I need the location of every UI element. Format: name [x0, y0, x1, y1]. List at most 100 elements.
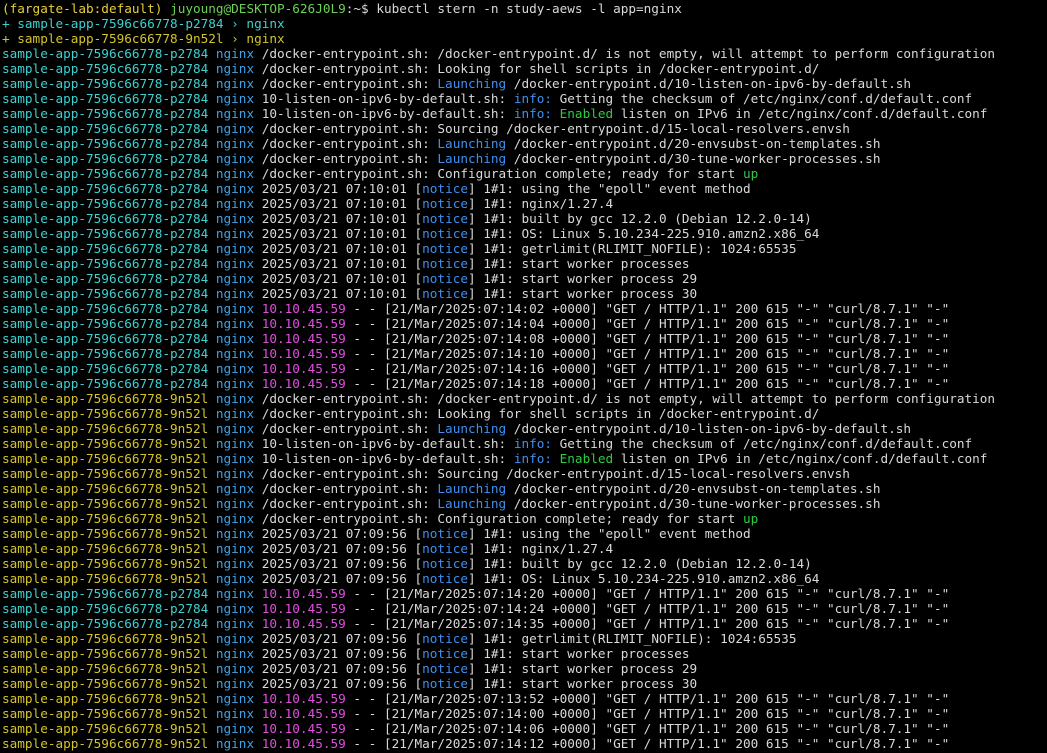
log-line: sample-app-7596c66778-p2784 nginx 10.10.… [2, 346, 1047, 361]
log-segment: sample-app-7596c66778-p2784 [2, 196, 209, 211]
log-segment: sample-app-7596c66778-p2784 [2, 271, 209, 286]
log-segment: ] 1#1: nginx/1.27.4 [468, 541, 614, 556]
log-segment: nginx [215, 196, 255, 211]
log-segment [254, 601, 262, 616]
log-segment: /docker-entrypoint.sh: [254, 136, 438, 151]
log-segment: - - [21/Mar/2025:07:14:02 +0000] "GET / … [345, 301, 950, 316]
log-segment [208, 316, 216, 331]
log-segment [208, 46, 216, 61]
log-segment: ] 1#1: using the "epoll" event method [468, 526, 751, 541]
log-segment: nginx [215, 91, 255, 106]
log-line: sample-app-7596c66778-9n52l nginx /docke… [2, 466, 1047, 481]
log-segment: nginx [215, 631, 255, 646]
log-line: + sample-app-7596c66778-p2784 › nginx [2, 16, 1047, 31]
log-line: sample-app-7596c66778-p2784 nginx /docke… [2, 121, 1047, 136]
log-segment: nginx [215, 76, 255, 91]
log-segment: sample-app-7596c66778-p2784 [2, 586, 209, 601]
log-segment [208, 346, 216, 361]
log-segment: info: [513, 436, 553, 451]
log-segment: nginx [215, 481, 255, 496]
log-segment [208, 121, 216, 136]
log-segment: sample-app-7596c66778-p2784 [2, 346, 209, 361]
log-segment: notice [422, 226, 468, 241]
log-segment [208, 541, 216, 556]
log-segment [208, 361, 216, 376]
log-segment: nginx [215, 106, 255, 121]
log-segment: Launching [437, 496, 507, 511]
command-input[interactable]: kubectl stern -n study-aews -l app=nginx [376, 1, 682, 16]
log-segment: 2025/03/21 07:10:01 [ [254, 211, 423, 226]
log-line: sample-app-7596c66778-p2784 nginx 2025/0… [2, 211, 1047, 226]
log-segment [208, 256, 216, 271]
log-segment: /docker-entrypoint.sh: Configuration com… [254, 166, 743, 181]
log-line: sample-app-7596c66778-p2784 nginx 2025/0… [2, 271, 1047, 286]
log-line: sample-app-7596c66778-p2784 nginx /docke… [2, 61, 1047, 76]
log-segment: nginx [215, 376, 255, 391]
terminal-window[interactable]: (fargate-lab:default) juyoung@DESKTOP-62… [0, 0, 1047, 751]
log-line: sample-app-7596c66778-p2784 nginx 10.10.… [2, 616, 1047, 631]
log-segment [208, 271, 216, 286]
log-segment: /docker-entrypoint.sh: [254, 151, 438, 166]
log-segment: sample-app-7596c66778-9n52l [2, 496, 209, 511]
log-segment [208, 556, 216, 571]
log-segment: 2025/03/21 07:09:56 [ [254, 646, 423, 661]
log-segment: nginx [215, 391, 255, 406]
log-segment: nginx [215, 556, 255, 571]
log-segment: nginx [215, 661, 255, 676]
log-segment [208, 631, 216, 646]
log-segment: info: [513, 451, 553, 466]
log-segment: sample-app-7596c66778-p2784 [2, 376, 209, 391]
log-segment: nginx [215, 406, 255, 421]
log-line: sample-app-7596c66778-9n52l nginx 2025/0… [2, 541, 1047, 556]
log-segment: 10.10.45.59 [261, 706, 346, 721]
log-segment: sample-app-7596c66778-9n52l [2, 511, 209, 526]
log-segment: 10-listen-on-ipv6-by-default.sh: [254, 436, 514, 451]
log-segment: notice [422, 241, 468, 256]
log-line: sample-app-7596c66778-9n52l nginx /docke… [2, 511, 1047, 526]
log-segment: ] 1#1: start worker processes [468, 646, 690, 661]
log-segment: sample-app-7596c66778-p2784 [2, 91, 209, 106]
log-segment: sample-app-7596c66778-9n52l [2, 466, 209, 481]
log-segment: sample-app-7596c66778-9n52l [2, 481, 209, 496]
log-segment: nginx [215, 211, 255, 226]
log-segment: /docker-entrypoint.sh: Looking for shell… [254, 61, 820, 76]
log-segment: 10.10.45.59 [261, 376, 346, 391]
log-line: sample-app-7596c66778-9n52l nginx 10-lis… [2, 436, 1047, 451]
log-segment: notice [422, 196, 468, 211]
log-segment [552, 106, 560, 121]
log-segment: nginx [215, 166, 255, 181]
log-output: + sample-app-7596c66778-p2784 › nginx + s… [2, 16, 1047, 751]
log-segment: sample-app-7596c66778-p2784 [2, 166, 209, 181]
log-line: sample-app-7596c66778-9n52l nginx 2025/0… [2, 661, 1047, 676]
log-segment: Launching [437, 481, 507, 496]
log-segment: sample-app-7596c66778-p2784 [2, 226, 209, 241]
log-segment: 10.10.45.59 [261, 736, 346, 751]
log-segment: ] 1#1: OS: Linux 5.10.234-225.910.amzn2.… [468, 571, 820, 586]
log-segment: - - [21/Mar/2025:07:14:00 +0000] "GET / … [345, 706, 950, 721]
log-segment: sample-app-7596c66778-9n52l [2, 736, 209, 751]
log-segment: sample-app-7596c66778-p2784 [2, 241, 209, 256]
log-segment: /docker-entrypoint.sh: Looking for shell… [254, 406, 820, 421]
log-segment [254, 301, 262, 316]
log-segment: Launching [437, 151, 507, 166]
log-segment: /docker-entrypoint.d/10-listen-on-ipv6-b… [506, 76, 912, 91]
log-segment: sample-app-7596c66778-9n52l [2, 436, 209, 451]
log-segment: nginx [215, 706, 255, 721]
log-segment: /docker-entrypoint.sh: [254, 481, 438, 496]
log-segment: Enabled [559, 451, 614, 466]
log-segment: nginx [215, 61, 255, 76]
log-segment: nginx [215, 241, 255, 256]
log-segment [208, 211, 216, 226]
log-line: sample-app-7596c66778-p2784 nginx 2025/0… [2, 286, 1047, 301]
log-segment: nginx [215, 181, 255, 196]
prompt-open-paren: ( [2, 1, 10, 16]
log-segment [208, 676, 216, 691]
log-line: sample-app-7596c66778-p2784 nginx 10.10.… [2, 376, 1047, 391]
log-segment: notice [422, 181, 468, 196]
log-segment: - - [21/Mar/2025:07:14:10 +0000] "GET / … [345, 346, 950, 361]
log-segment [208, 661, 216, 676]
log-segment [208, 91, 216, 106]
log-segment [254, 316, 262, 331]
log-segment: /docker-entrypoint.sh: [254, 76, 438, 91]
log-segment: nginx [215, 736, 255, 751]
